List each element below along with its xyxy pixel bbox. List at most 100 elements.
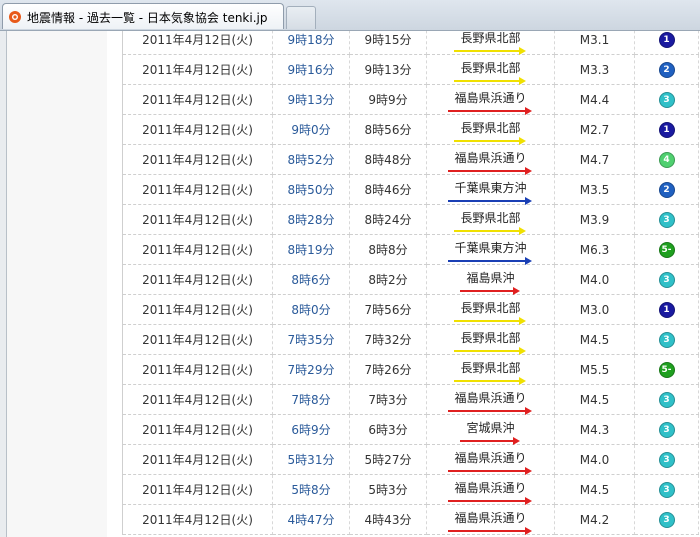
epicenter-label: 長野県北部	[460, 361, 521, 375]
report-time-link[interactable]: 7時8分	[272, 384, 350, 415]
tab-active[interactable]: 地震情報 - 過去一覧 - 日本気象協会 tenki.jp	[2, 3, 284, 29]
occurrence-time: 5時27分	[349, 444, 427, 475]
report-time-link[interactable]: 8時52分	[272, 144, 350, 175]
report-date: 2011年4月12日(火)	[122, 384, 273, 415]
table-row: 2011年4月12日(火) 8時28分 8時24分 長野県北部 M3.9 3	[122, 204, 699, 235]
report-time-link[interactable]: 8時28分	[272, 204, 350, 235]
epicenter-label: 福島県浜通り	[454, 151, 527, 165]
epicenter-location: 福島県沖	[460, 269, 521, 295]
intensity-badge-icon: 4	[658, 152, 675, 168]
intensity-cell: 3	[634, 414, 699, 445]
epicenter-label: 長野県北部	[460, 211, 521, 225]
report-date: 2011年4月12日(火)	[122, 144, 273, 175]
report-time-link[interactable]: 9時16分	[272, 54, 350, 85]
table-row: 2011年4月12日(火) 9時18分 9時15分 長野県北部 M3.1 1	[122, 31, 699, 55]
occurrence-time: 8時48分	[349, 144, 427, 175]
occurrence-time: 8時2分	[349, 264, 427, 295]
window-frame	[0, 31, 7, 537]
report-time-link[interactable]: 9時0分	[272, 114, 350, 145]
intensity-cell: 5-	[634, 354, 699, 385]
report-date: 2011年4月12日(火)	[122, 354, 273, 385]
magnitude: M3.3	[554, 54, 635, 85]
intensity-badge-icon: 1	[658, 302, 675, 318]
epicenter-cell: 長野県北部	[426, 31, 555, 55]
epicenter-location: 千葉県東方沖	[448, 239, 533, 265]
direction-arrow-icon	[454, 377, 527, 385]
epicenter-location: 福島県浜通り	[448, 149, 533, 175]
magnitude: M3.1	[554, 31, 635, 55]
report-time-link[interactable]: 8時6分	[272, 264, 350, 295]
report-time-link[interactable]: 5時31分	[272, 444, 350, 475]
occurrence-time: 6時3分	[349, 414, 427, 445]
epicenter-location: 長野県北部	[454, 31, 527, 55]
epicenter-label: 福島県浜通り	[454, 91, 527, 105]
table-row: 2011年4月12日(火) 5時31分 5時27分 福島県浜通り M4.0 3	[122, 444, 699, 475]
report-time-link[interactable]: 6時9分	[272, 414, 350, 445]
intensity-badge-icon: 3	[658, 272, 675, 288]
epicenter-label: 千葉県東方沖	[454, 181, 527, 195]
intensity-badge-icon: 3	[658, 212, 675, 228]
magnitude: M3.0	[554, 294, 635, 325]
epicenter-location: 福島県浜通り	[448, 449, 533, 475]
epicenter-label: 福島県浜通り	[454, 511, 527, 525]
magnitude: M4.5	[554, 474, 635, 505]
epicenter-location: 長野県北部	[454, 59, 527, 85]
intensity-cell: 1	[634, 294, 699, 325]
direction-arrow-icon	[454, 317, 527, 325]
report-date: 2011年4月12日(火)	[122, 54, 273, 85]
report-date: 2011年4月12日(火)	[122, 174, 273, 205]
magnitude: M3.5	[554, 174, 635, 205]
direction-arrow-icon	[454, 77, 527, 85]
intensity-badge-icon: 3	[658, 452, 675, 468]
direction-arrow-icon	[448, 197, 533, 205]
report-time-link[interactable]: 8時19分	[272, 234, 350, 265]
report-time-link[interactable]: 7時35分	[272, 324, 350, 355]
report-time-link[interactable]: 8時0分	[272, 294, 350, 325]
direction-arrow-icon	[448, 467, 533, 475]
epicenter-location: 長野県北部	[454, 209, 527, 235]
direction-arrow-icon	[448, 527, 533, 535]
report-date: 2011年4月12日(火)	[122, 84, 273, 115]
direction-arrow-icon	[448, 167, 533, 175]
epicenter-label: 長野県北部	[460, 301, 521, 315]
report-date: 2011年4月12日(火)	[122, 414, 273, 445]
direction-arrow-icon	[454, 227, 527, 235]
epicenter-cell: 長野県北部	[426, 324, 555, 355]
epicenter-cell: 福島県浜通り	[426, 474, 555, 505]
page-margin	[7, 31, 107, 537]
epicenter-label: 宮城県沖	[466, 421, 515, 435]
occurrence-time: 9時15分	[349, 31, 427, 55]
epicenter-cell: 福島県浜通り	[426, 144, 555, 175]
magnitude: M6.3	[554, 234, 635, 265]
epicenter-cell: 千葉県東方沖	[426, 234, 555, 265]
epicenter-location: 福島県浜通り	[448, 479, 533, 505]
occurrence-time: 5時3分	[349, 474, 427, 505]
report-date: 2011年4月12日(火)	[122, 31, 273, 55]
intensity-badge-icon: 3	[658, 482, 675, 498]
epicenter-cell: 千葉県東方沖	[426, 174, 555, 205]
report-time-link[interactable]: 4時47分	[272, 504, 350, 535]
intensity-cell: 1	[634, 114, 699, 145]
table-row: 2011年4月12日(火) 8時0分 7時56分 長野県北部 M3.0 1	[122, 294, 699, 325]
report-time-link[interactable]: 5時8分	[272, 474, 350, 505]
report-time-link[interactable]: 9時18分	[272, 31, 350, 55]
report-time-link[interactable]: 9時13分	[272, 84, 350, 115]
direction-arrow-icon	[454, 47, 527, 55]
table-row: 2011年4月12日(火) 6時9分 6時3分 宮城県沖 M4.3 3	[122, 414, 699, 445]
occurrence-time: 7時32分	[349, 324, 427, 355]
epicenter-label: 千葉県東方沖	[454, 241, 527, 255]
new-tab-button[interactable]	[286, 6, 316, 29]
report-date: 2011年4月12日(火)	[122, 204, 273, 235]
intensity-cell: 2	[634, 174, 699, 205]
occurrence-time: 8時56分	[349, 114, 427, 145]
report-time-link[interactable]: 7時29分	[272, 354, 350, 385]
report-time-link[interactable]: 8時50分	[272, 174, 350, 205]
epicenter-label: 福島県浜通り	[454, 391, 527, 405]
intensity-badge-icon: 3	[658, 92, 675, 108]
magnitude: M4.4	[554, 84, 635, 115]
occurrence-time: 8時8分	[349, 234, 427, 265]
table-row: 2011年4月12日(火) 5時8分 5時3分 福島県浜通り M4.5 3	[122, 474, 699, 505]
epicenter-cell: 長野県北部	[426, 54, 555, 85]
epicenter-location: 宮城県沖	[460, 419, 521, 445]
intensity-badge-icon: 5-	[658, 362, 675, 378]
